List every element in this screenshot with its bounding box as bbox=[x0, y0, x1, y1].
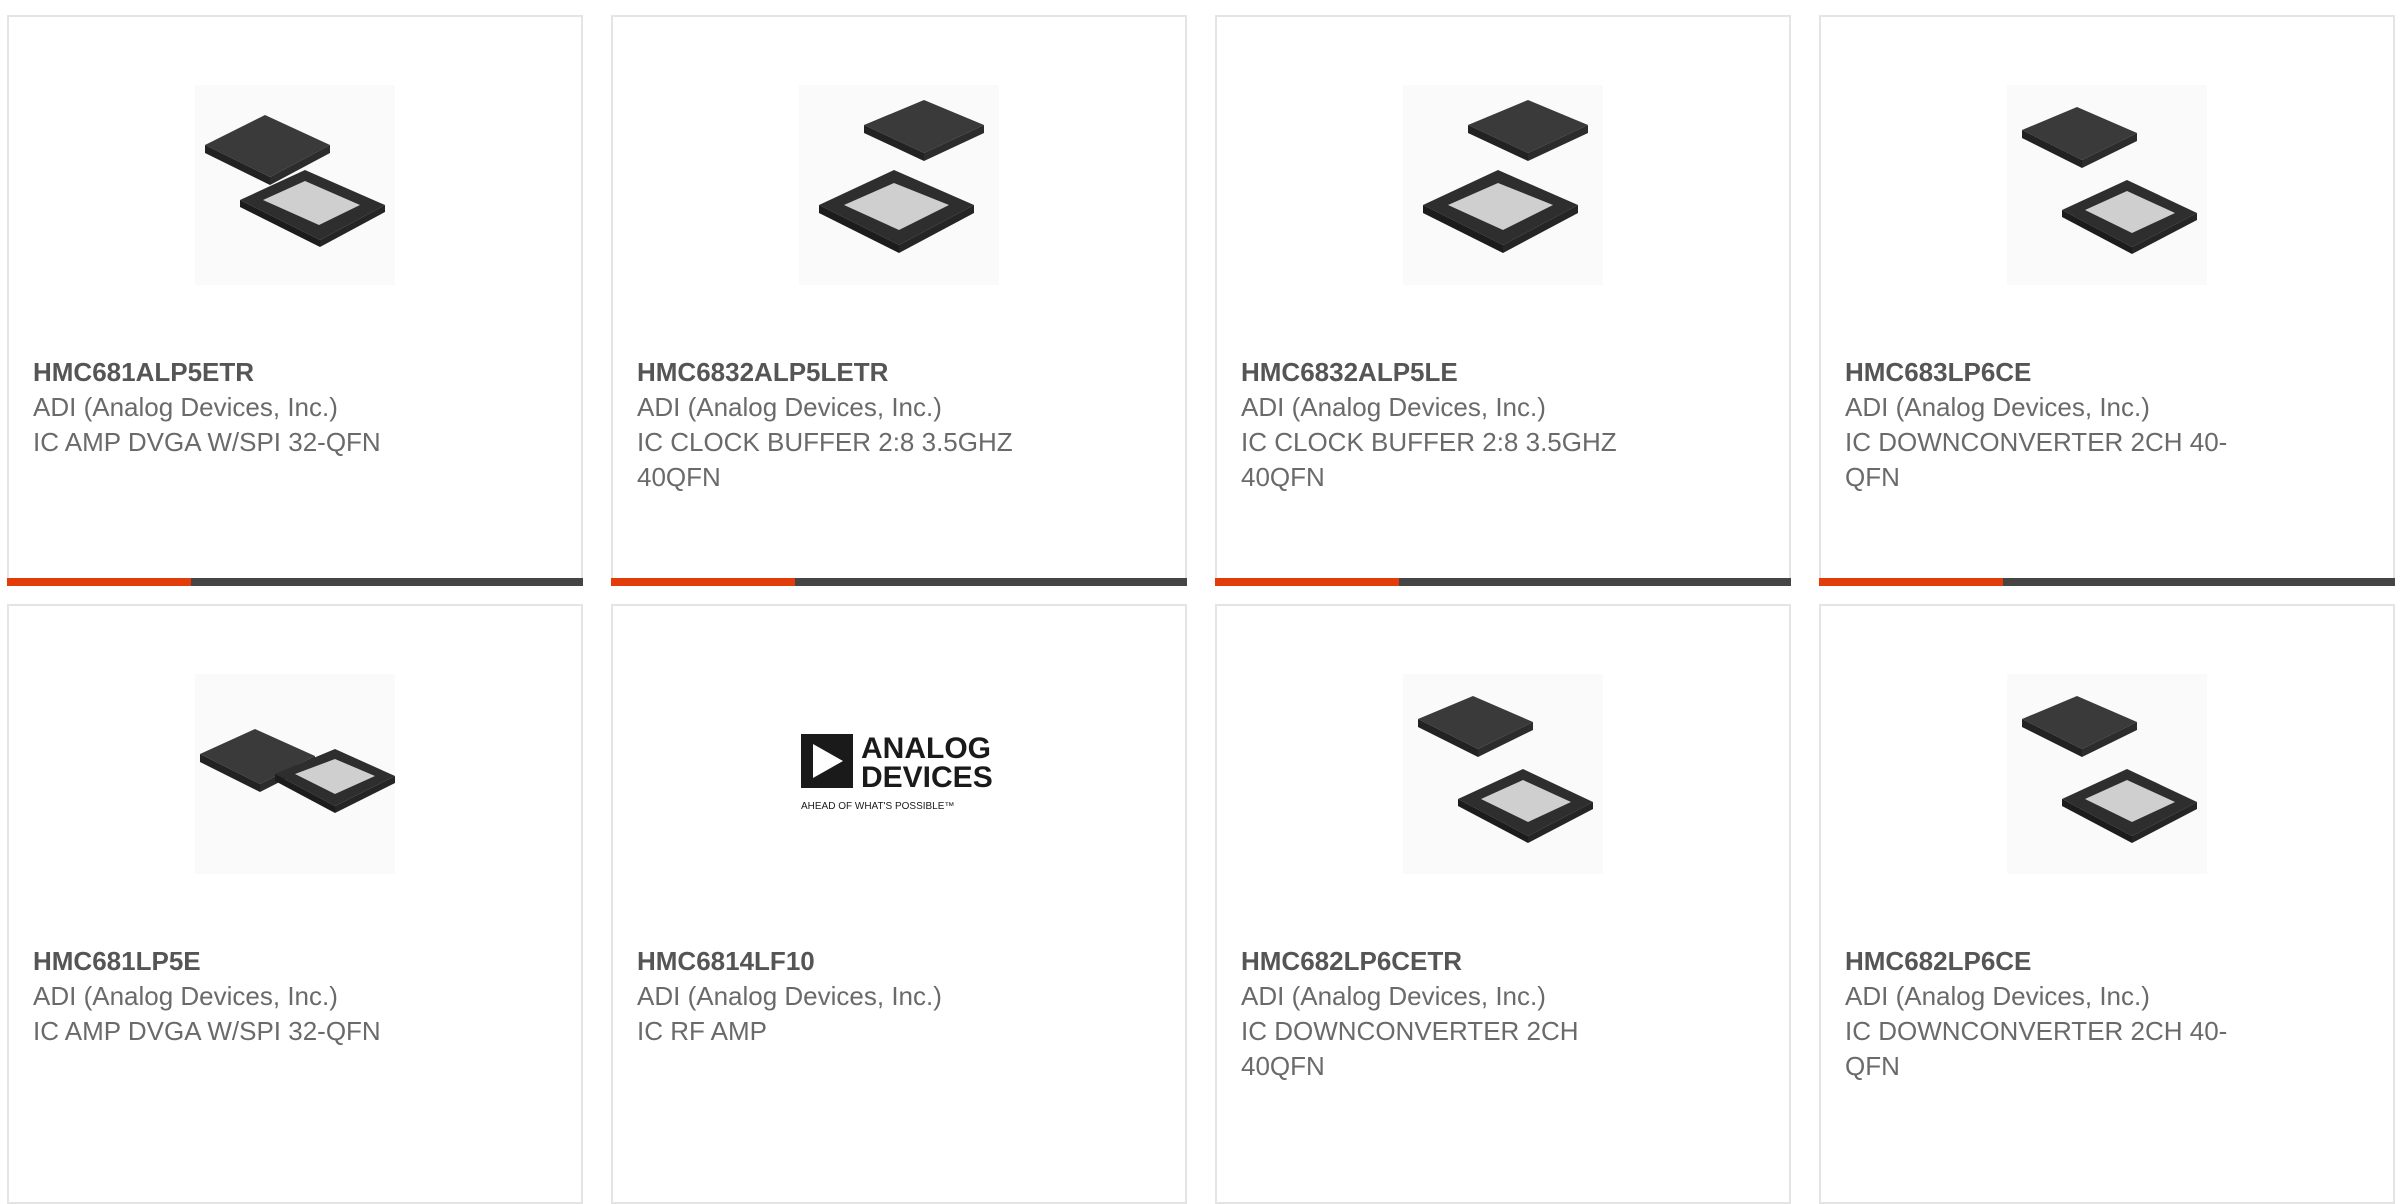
qfn-chip-image[interactable] bbox=[195, 85, 395, 285]
card-progress-bar bbox=[1215, 578, 1791, 586]
logo-text-devices: DEVICES bbox=[861, 761, 993, 794]
product-card[interactable]: HMC681ALP5ETR ADI (Analog Devices, Inc.)… bbox=[7, 15, 583, 586]
part-number-link[interactable]: HMC682LP6CE bbox=[1845, 944, 2265, 979]
qfn-chip-image[interactable] bbox=[195, 674, 395, 874]
card-progress-bar bbox=[611, 578, 1187, 586]
product-info: HMC6832ALP5LE ADI (Analog Devices, Inc.)… bbox=[1241, 355, 1661, 495]
qfn-chip-image[interactable] bbox=[1403, 85, 1603, 285]
product-card[interactable]: HMC6832ALP5LE ADI (Analog Devices, Inc.)… bbox=[1215, 15, 1791, 586]
manufacturer-label: ADI (Analog Devices, Inc.) bbox=[637, 981, 942, 1011]
qfn-chip-image[interactable] bbox=[799, 85, 999, 285]
manufacturer-label: ADI (Analog Devices, Inc.) bbox=[33, 392, 338, 422]
description-label: IC CLOCK BUFFER 2:8 3.5GHZ 40QFN bbox=[637, 427, 1013, 492]
description-label: IC DOWNCONVERTER 2CH 40-QFN bbox=[1845, 1016, 2228, 1081]
description-label: IC DOWNCONVERTER 2CH 40QFN bbox=[1241, 1016, 1579, 1081]
manufacturer-label: ADI (Analog Devices, Inc.) bbox=[1845, 981, 2150, 1011]
part-number-link[interactable]: HMC6832ALP5LETR bbox=[637, 355, 1057, 390]
card-progress-fill bbox=[1819, 578, 2004, 586]
product-info: HMC683LP6CE ADI (Analog Devices, Inc.) I… bbox=[1845, 355, 2265, 495]
product-info: HMC682LP6CETR ADI (Analog Devices, Inc.)… bbox=[1241, 944, 1661, 1084]
card-progress-bar bbox=[7, 578, 583, 586]
product-card[interactable]: ANALOG DEVICES AHEAD OF WHAT'S POSSIBLE™… bbox=[611, 604, 1187, 1204]
product-info: HMC6832ALP5LETR ADI (Analog Devices, Inc… bbox=[637, 355, 1057, 495]
description-label: IC AMP DVGA W/SPI 32-QFN bbox=[33, 1016, 381, 1046]
manufacturer-label: ADI (Analog Devices, Inc.) bbox=[1845, 392, 2150, 422]
manufacturer-label: ADI (Analog Devices, Inc.) bbox=[1241, 392, 1546, 422]
manufacturer-label: ADI (Analog Devices, Inc.) bbox=[637, 392, 942, 422]
product-card[interactable]: HMC682LP6CETR ADI (Analog Devices, Inc.)… bbox=[1215, 604, 1791, 1204]
logo-tagline: AHEAD OF WHAT'S POSSIBLE™ bbox=[801, 801, 954, 812]
qfn-chip-image[interactable] bbox=[2007, 674, 2207, 874]
product-info: HMC682LP6CE ADI (Analog Devices, Inc.) I… bbox=[1845, 944, 2265, 1084]
manufacturer-label: ADI (Analog Devices, Inc.) bbox=[1241, 981, 1546, 1011]
qfn-chip-image[interactable] bbox=[2007, 85, 2207, 285]
part-number-link[interactable]: HMC681LP5E bbox=[33, 944, 453, 979]
analog-devices-logo[interactable]: ANALOG DEVICES AHEAD OF WHAT'S POSSIBLE™ bbox=[799, 674, 999, 874]
product-info: HMC681LP5E ADI (Analog Devices, Inc.) IC… bbox=[33, 944, 453, 1049]
manufacturer-label: ADI (Analog Devices, Inc.) bbox=[33, 981, 338, 1011]
part-number-link[interactable]: HMC683LP6CE bbox=[1845, 355, 2265, 390]
part-number-link[interactable]: HMC6814LF10 bbox=[637, 944, 1057, 979]
product-grid: HMC681ALP5ETR ADI (Analog Devices, Inc.)… bbox=[0, 0, 2400, 1204]
card-progress-bar bbox=[1819, 578, 2395, 586]
description-label: IC DOWNCONVERTER 2CH 40-QFN bbox=[1845, 427, 2228, 492]
product-card[interactable]: HMC683LP6CE ADI (Analog Devices, Inc.) I… bbox=[1819, 15, 2395, 586]
product-info: HMC6814LF10 ADI (Analog Devices, Inc.) I… bbox=[637, 944, 1057, 1049]
part-number-link[interactable]: HMC682LP6CETR bbox=[1241, 944, 1661, 979]
product-info: HMC681ALP5ETR ADI (Analog Devices, Inc.)… bbox=[33, 355, 453, 460]
description-label: IC CLOCK BUFFER 2:8 3.5GHZ 40QFN bbox=[1241, 427, 1617, 492]
product-card[interactable]: HMC6832ALP5LETR ADI (Analog Devices, Inc… bbox=[611, 15, 1187, 586]
product-card[interactable]: HMC682LP6CE ADI (Analog Devices, Inc.) I… bbox=[1819, 604, 2395, 1204]
part-number-link[interactable]: HMC681ALP5ETR bbox=[33, 355, 453, 390]
description-label: IC RF AMP bbox=[637, 1016, 768, 1046]
qfn-chip-image[interactable] bbox=[1403, 674, 1603, 874]
part-number-link[interactable]: HMC6832ALP5LE bbox=[1241, 355, 1661, 390]
card-progress-fill bbox=[1215, 578, 1400, 586]
description-label: IC AMP DVGA W/SPI 32-QFN bbox=[33, 427, 381, 457]
card-progress-fill bbox=[611, 578, 796, 586]
product-card[interactable]: HMC681LP5E ADI (Analog Devices, Inc.) IC… bbox=[7, 604, 583, 1204]
card-progress-fill bbox=[7, 578, 192, 586]
